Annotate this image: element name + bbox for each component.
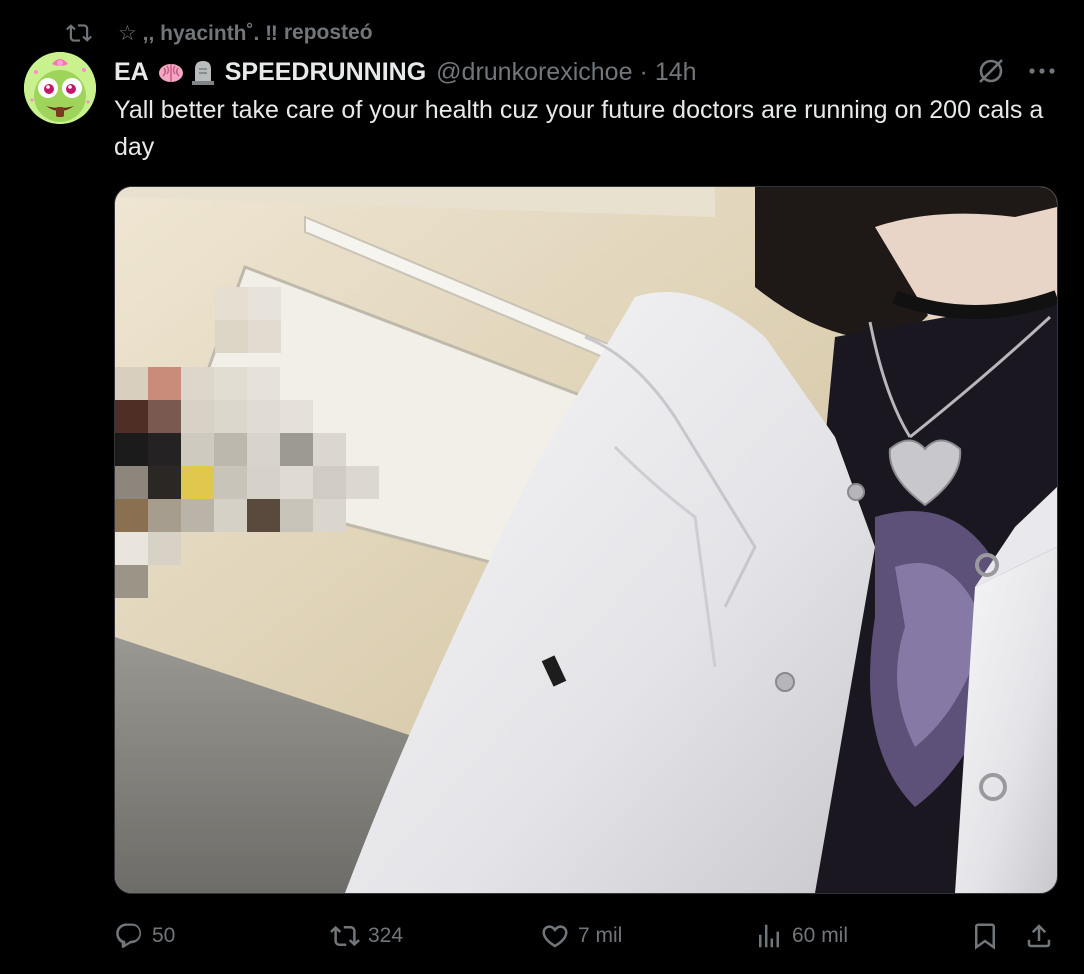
reply-icon [116,923,142,948]
tweet-media-image[interactable] [114,186,1058,894]
heart-icon [542,925,568,948]
selfie-photo [115,187,1057,893]
timestamp[interactable]: 14h [655,58,697,87]
brain-icon [158,64,183,82]
tweet-action-bar: 50 324 7 mil 60 mil [114,916,1056,956]
bookmark-icon [975,923,995,950]
reposter-name[interactable]: ☆ ,, hyacinth˚. ‼ [118,21,278,46]
views-button[interactable]: 60 mil [754,916,848,956]
like-button[interactable]: 7 mil [540,916,622,956]
reply-count: 50 [152,924,176,947]
avatar[interactable] [24,52,96,124]
repost-button[interactable]: 324 [330,916,403,956]
headstone-icon [191,61,214,85]
views-count: 60 mil [792,924,849,947]
tweet-header: EA SPEEDRUNNING @drunkorexichoe · 14h [114,52,697,92]
author-name-prefix[interactable]: EA [114,58,149,87]
author-name[interactable]: EA SPEEDRUNNING [114,58,426,87]
repost-icon [66,24,92,42]
author-name-suffix[interactable]: SPEEDRUNNING [225,58,426,87]
separator-dot: · [639,57,648,86]
tweet-text: Yall better take care of your health cuz… [114,96,1044,161]
repost-count: 324 [368,924,404,947]
grok-icon[interactable] [976,56,1006,86]
avatar-image [24,52,96,124]
bookmark-button[interactable] [970,916,1008,956]
views-icon [759,924,779,948]
repost-label: reposteó [283,21,373,44]
share-icon [1027,924,1051,948]
share-button[interactable] [1024,916,1062,956]
like-count: 7 mil [578,924,623,947]
repost-icon [330,925,360,947]
reply-button[interactable]: 50 [114,916,175,956]
more-options-icon[interactable] [1028,66,1056,76]
author-handle[interactable]: @drunkorexichoe [436,58,632,87]
repost-banner[interactable]: ☆ ,, hyacinth˚. ‼ reposteó [64,18,373,48]
